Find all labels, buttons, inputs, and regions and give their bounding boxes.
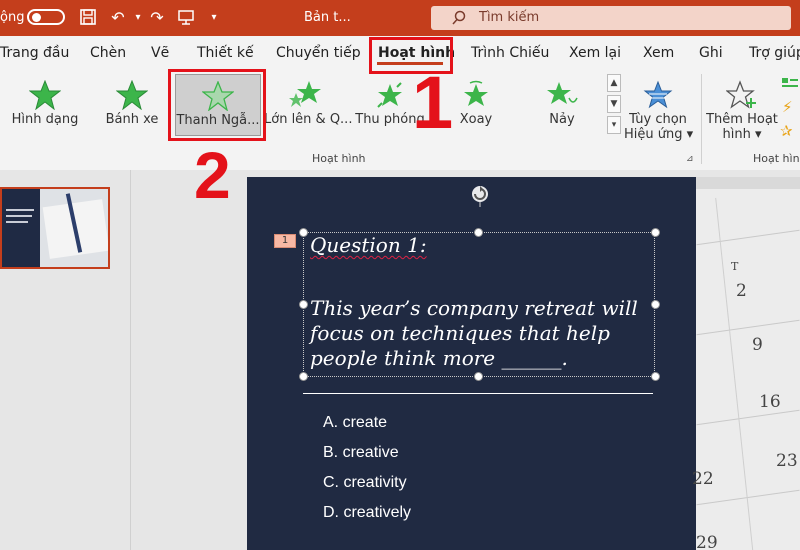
rotate-handle-icon[interactable]	[468, 183, 492, 207]
calendar-number: 2	[736, 281, 747, 301]
calendar-photo: T 2 9 16 23 22 29	[692, 177, 800, 550]
highlight-wipe-effect	[168, 69, 266, 141]
tab-slideshow[interactable]: Trình Chiếu	[471, 36, 549, 70]
question-title-text: Question 1:	[310, 233, 427, 257]
calendar-day-header: T	[731, 260, 739, 273]
advanced-animation-group-label: Hoạt hình	[753, 152, 800, 165]
effect-bounce[interactable]: Nảy	[524, 74, 600, 136]
star-icon	[116, 80, 148, 110]
effect-label: Hình dạng	[11, 112, 79, 127]
calendar-number: 23	[776, 451, 798, 471]
search-box[interactable]: Tìm kiếm	[431, 6, 791, 30]
animations-ribbon: Hình dạng Bánh xe Thanh Ngẫ... Lớn lên &…	[0, 70, 800, 171]
undo-dropdown-icon[interactable]: ▾	[128, 8, 148, 28]
animation-order-tag[interactable]: 1	[274, 234, 296, 248]
effect-options-star-icon	[643, 80, 673, 109]
tab-help[interactable]: Trợ giúp	[749, 36, 800, 70]
undo-icon[interactable]: ↶	[108, 8, 128, 28]
calendar-number: 9	[752, 335, 763, 355]
add-animation-button[interactable]: Thêm Hoạt hình ▾	[706, 74, 778, 148]
effect-label: Nảy	[549, 112, 575, 127]
effect-options-button[interactable]: Tùy chọn Hiệu ứng ▾	[624, 74, 694, 148]
save-icon[interactable]	[78, 8, 98, 28]
effect-wheel[interactable]: Bánh xe	[92, 74, 172, 136]
slide-thumbnail[interactable]	[0, 187, 110, 269]
answer-option-d[interactable]: D. creatively	[323, 504, 411, 522]
calendar-number: 22	[692, 469, 714, 489]
question-body[interactable]: This year’s company retreat will focus o…	[310, 296, 660, 371]
search-placeholder: Tìm kiếm	[479, 10, 540, 25]
effect-label: Bánh xe	[105, 112, 159, 127]
presentation-icon[interactable]	[176, 8, 196, 28]
grow-star-icon	[289, 81, 321, 107]
effect-shape[interactable]: Hình dạng	[5, 74, 85, 136]
question-title[interactable]: Question 1:	[310, 233, 427, 257]
autosave-label: ộng	[0, 10, 25, 25]
step-marker-1: 1	[412, 61, 454, 144]
search-icon	[452, 10, 466, 25]
resize-handle[interactable]	[651, 300, 660, 309]
answer-option-a[interactable]: A. create	[323, 414, 387, 432]
redo-icon[interactable]: ↷	[147, 8, 167, 28]
calendar-number: 16	[759, 392, 781, 412]
effect-label: Lớn lên & Q...	[264, 112, 353, 127]
document-title[interactable]: Bản t...	[304, 0, 351, 36]
effect-options-label-2: Hiệu ứng ▾	[624, 127, 694, 142]
autosave-toggle[interactable]	[27, 9, 65, 25]
tab-record[interactable]: Ghi	[699, 36, 723, 70]
trigger-icon[interactable]: ⚡	[782, 98, 793, 116]
gallery-expand[interactable]: ▾	[607, 116, 621, 134]
tab-draw[interactable]: Vẽ	[151, 36, 169, 70]
animation-painter-icon[interactable]: ✰	[780, 122, 793, 140]
resize-handle[interactable]	[651, 372, 660, 381]
answer-option-c[interactable]: C. creativity	[323, 474, 407, 492]
animation-pane-icon[interactable]	[780, 76, 800, 92]
resize-handle[interactable]	[651, 228, 660, 237]
effect-grow-turn[interactable]: Lớn lên & Q...	[264, 74, 353, 136]
resize-handle[interactable]	[299, 300, 308, 309]
tab-insert[interactable]: Chèn	[90, 36, 126, 70]
resize-handle[interactable]	[299, 228, 308, 237]
star-icon	[29, 80, 61, 110]
step-marker-2: 2	[194, 138, 231, 212]
customize-toolbar-icon[interactable]: ▾	[204, 8, 224, 28]
gallery-scroll-up[interactable]: ▲	[607, 74, 621, 92]
animations-group-label: Hoạt hình	[312, 152, 366, 165]
effect-options-label-1: Tùy chọn	[629, 112, 687, 127]
answer-option-b[interactable]: B. creative	[323, 444, 399, 462]
bounce-star-icon	[547, 82, 578, 104]
gallery-scroll-down[interactable]: ▼	[607, 95, 621, 113]
title-bar: ộng ↶ ▾ ↷ ▾ Bản t... Tìm kiếm	[0, 0, 800, 36]
resize-handle[interactable]	[299, 372, 308, 381]
resize-handle[interactable]	[474, 372, 483, 381]
zoom-star-icon	[377, 82, 402, 108]
resize-handle[interactable]	[474, 228, 483, 237]
tab-review[interactable]: Xem lại	[569, 36, 621, 70]
spin-star-icon	[464, 80, 488, 106]
group-separator	[701, 74, 702, 164]
tab-view[interactable]: Xem	[643, 36, 674, 70]
add-star-icon	[726, 80, 756, 109]
tab-design[interactable]: Thiết kế	[197, 36, 254, 70]
divider-line	[303, 393, 653, 394]
dialog-launcher-icon[interactable]: ⊿	[686, 154, 694, 164]
tab-home[interactable]: Trang đầu	[0, 36, 69, 70]
tab-transitions[interactable]: Chuyển tiếp	[276, 36, 361, 70]
add-animation-label-1: Thêm Hoạt	[706, 112, 778, 127]
add-animation-label-2: hình ▾	[722, 127, 762, 142]
slide-thumbnail-pane	[0, 170, 131, 550]
calendar-number: 29	[696, 533, 718, 550]
